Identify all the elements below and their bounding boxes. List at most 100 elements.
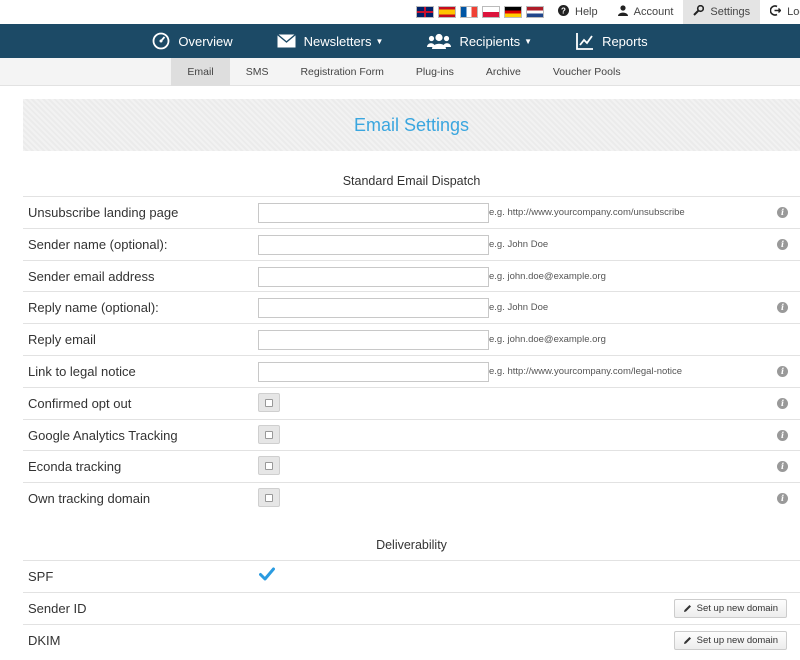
- subtab-archive[interactable]: Archive: [470, 58, 537, 86]
- nav-recipients-label: Recipients: [459, 33, 521, 49]
- legal-notice-input[interactable]: [258, 361, 489, 382]
- setting-label: Confirmed opt out: [28, 395, 132, 411]
- top-utility-bar: ? Help Account Settings Logout: [0, 0, 800, 24]
- setting-row-sender-name: Sender name (optional): e.g. John Doe i: [23, 227, 800, 260]
- standard-settings-list: Unsubscribe landing page e.g. http://www…: [23, 196, 800, 514]
- setting-row-confirmed-opt-out: Confirmed opt out i: [23, 386, 800, 419]
- flag-es-icon[interactable]: [438, 6, 456, 18]
- logout-icon: [769, 5, 782, 19]
- question-icon: ?: [558, 5, 569, 19]
- setting-hint: e.g. John Doe: [489, 302, 549, 314]
- subtab-email[interactable]: Email: [171, 58, 230, 86]
- pencil-icon: [683, 604, 691, 612]
- users-icon: [427, 33, 452, 49]
- setting-label: Reply email: [28, 332, 96, 348]
- info-icon[interactable]: i: [777, 302, 788, 314]
- setup-domain-button[interactable]: Set up new domain: [673, 598, 787, 618]
- caret-down-icon: ▼: [375, 36, 384, 46]
- setting-label: Sender email address: [28, 268, 155, 284]
- nav-overview-label: Overview: [178, 33, 233, 49]
- settings-link[interactable]: Settings: [683, 0, 761, 24]
- info-icon[interactable]: i: [777, 397, 788, 409]
- reply-name-input[interactable]: [258, 298, 489, 319]
- section-title-standard: Standard Email Dispatch: [342, 174, 481, 188]
- setting-label: Unsubscribe landing page: [28, 205, 179, 220]
- setting-row-tracking-domain: Own tracking domain i: [23, 482, 800, 514]
- setting-row-sender-email: Sender email address e.g. john.doe@examp…: [23, 259, 800, 292]
- chart-icon: [576, 33, 594, 50]
- language-flags: [416, 6, 544, 18]
- info-icon[interactable]: i: [777, 429, 788, 441]
- sender-email-input[interactable]: [258, 266, 489, 287]
- flag-pl-icon[interactable]: [482, 6, 500, 18]
- account-link[interactable]: Account: [608, 0, 684, 24]
- nav-overview[interactable]: Overview: [130, 24, 254, 58]
- setting-row-unsubscribe: Unsubscribe landing page e.g. http://www…: [23, 196, 800, 228]
- setting-label: Sender name (optional):: [28, 236, 168, 252]
- flag-fr-icon[interactable]: [460, 6, 478, 18]
- user-icon: [617, 5, 628, 19]
- envelope-icon: [276, 34, 296, 48]
- reply-email-input[interactable]: [258, 330, 489, 351]
- info-icon[interactable]: i: [777, 238, 788, 250]
- setting-hint: e.g. http://www.yourcompany.com/legal-no…: [489, 365, 683, 377]
- setting-row-google-analytics: Google Analytics Tracking i: [23, 418, 800, 451]
- nav-newsletters-label: Newsletters: [303, 33, 372, 49]
- setting-hint: e.g. John Doe: [489, 238, 549, 250]
- setup-domain-button[interactable]: Set up new domain: [673, 630, 787, 650]
- help-link[interactable]: ? Help: [548, 0, 608, 24]
- setting-label: Google Analytics Tracking: [28, 427, 178, 443]
- sub-navigation: Email SMS Registration Form Plug-ins Arc…: [0, 58, 800, 86]
- unsubscribe-url-input[interactable]: [258, 203, 489, 223]
- setup-domain-label: Set up new domain: [696, 602, 778, 614]
- confirmed-opt-out-checkbox[interactable]: [258, 392, 280, 412]
- setting-row-reply-name: Reply name (optional): e.g. John Doe i: [23, 291, 800, 323]
- subtab-voucher-pools[interactable]: Voucher Pools: [537, 58, 637, 86]
- subtab-plugins[interactable]: Plug-ins: [400, 58, 470, 86]
- nav-newsletters[interactable]: Newsletters ▼: [255, 24, 406, 58]
- setting-label: Own tracking domain: [28, 491, 151, 507]
- pencil-icon: [683, 636, 691, 644]
- subtab-sms[interactable]: SMS: [230, 58, 285, 86]
- info-icon[interactable]: i: [777, 461, 788, 473]
- info-icon[interactable]: i: [777, 207, 788, 218]
- section-title-deliverability: Deliverability: [376, 538, 447, 552]
- info-icon[interactable]: i: [777, 493, 788, 505]
- deliverability-row-dkim: DKIM Set up new domain: [23, 623, 800, 656]
- deliverability-row-sender-id: Sender ID Set up new domain: [23, 591, 800, 624]
- settings-label: Settings: [710, 6, 751, 18]
- setting-hint: e.g. john.doe@example.org: [489, 334, 606, 346]
- setting-label: Reply name (optional):: [28, 300, 159, 316]
- main-navigation: Overview Newsletters ▼ Recipients ▼ Repo…: [0, 24, 800, 58]
- svg-text:?: ?: [561, 6, 566, 15]
- flag-uk-icon[interactable]: [416, 6, 434, 18]
- help-label: Help: [575, 6, 598, 18]
- logout-link[interactable]: Logout: [760, 0, 800, 24]
- flag-nl-icon[interactable]: [526, 6, 544, 18]
- deliverability-label: Sender ID: [28, 600, 87, 616]
- dashboard-icon: [153, 32, 170, 50]
- deliverability-row-spf: SPF: [23, 560, 800, 592]
- setting-row-econda: Econda tracking i: [23, 450, 800, 482]
- setting-hint: e.g. john.doe@example.org: [489, 270, 606, 282]
- nav-recipients[interactable]: Recipients ▼: [405, 24, 554, 58]
- sender-name-input[interactable]: [258, 234, 489, 255]
- setup-domain-label: Set up new domain: [696, 634, 778, 646]
- setting-row-reply-email: Reply email e.g. john.doe@example.org: [23, 323, 800, 355]
- deliverability-label: DKIM: [28, 632, 61, 648]
- flag-de-icon[interactable]: [504, 6, 522, 18]
- setting-label: Econda tracking: [28, 459, 122, 475]
- nav-reports-label: Reports: [602, 33, 648, 49]
- deliverability-label: SPF: [28, 569, 54, 584]
- google-analytics-checkbox[interactable]: [258, 424, 280, 444]
- info-icon[interactable]: i: [777, 365, 788, 377]
- own-tracking-domain-checkbox[interactable]: [258, 488, 280, 508]
- nav-reports[interactable]: Reports: [554, 24, 670, 58]
- checkmark-icon: [259, 567, 275, 581]
- page-title: Email Settings: [353, 114, 470, 135]
- setting-row-legal-notice: Link to legal notice e.g. http://www.you…: [23, 354, 800, 387]
- subtab-registration-form[interactable]: Registration Form: [284, 58, 399, 86]
- setting-hint: e.g. http://www.yourcompany.com/unsubscr…: [489, 207, 685, 218]
- account-label: Account: [633, 6, 674, 18]
- econda-tracking-checkbox[interactable]: [258, 456, 280, 476]
